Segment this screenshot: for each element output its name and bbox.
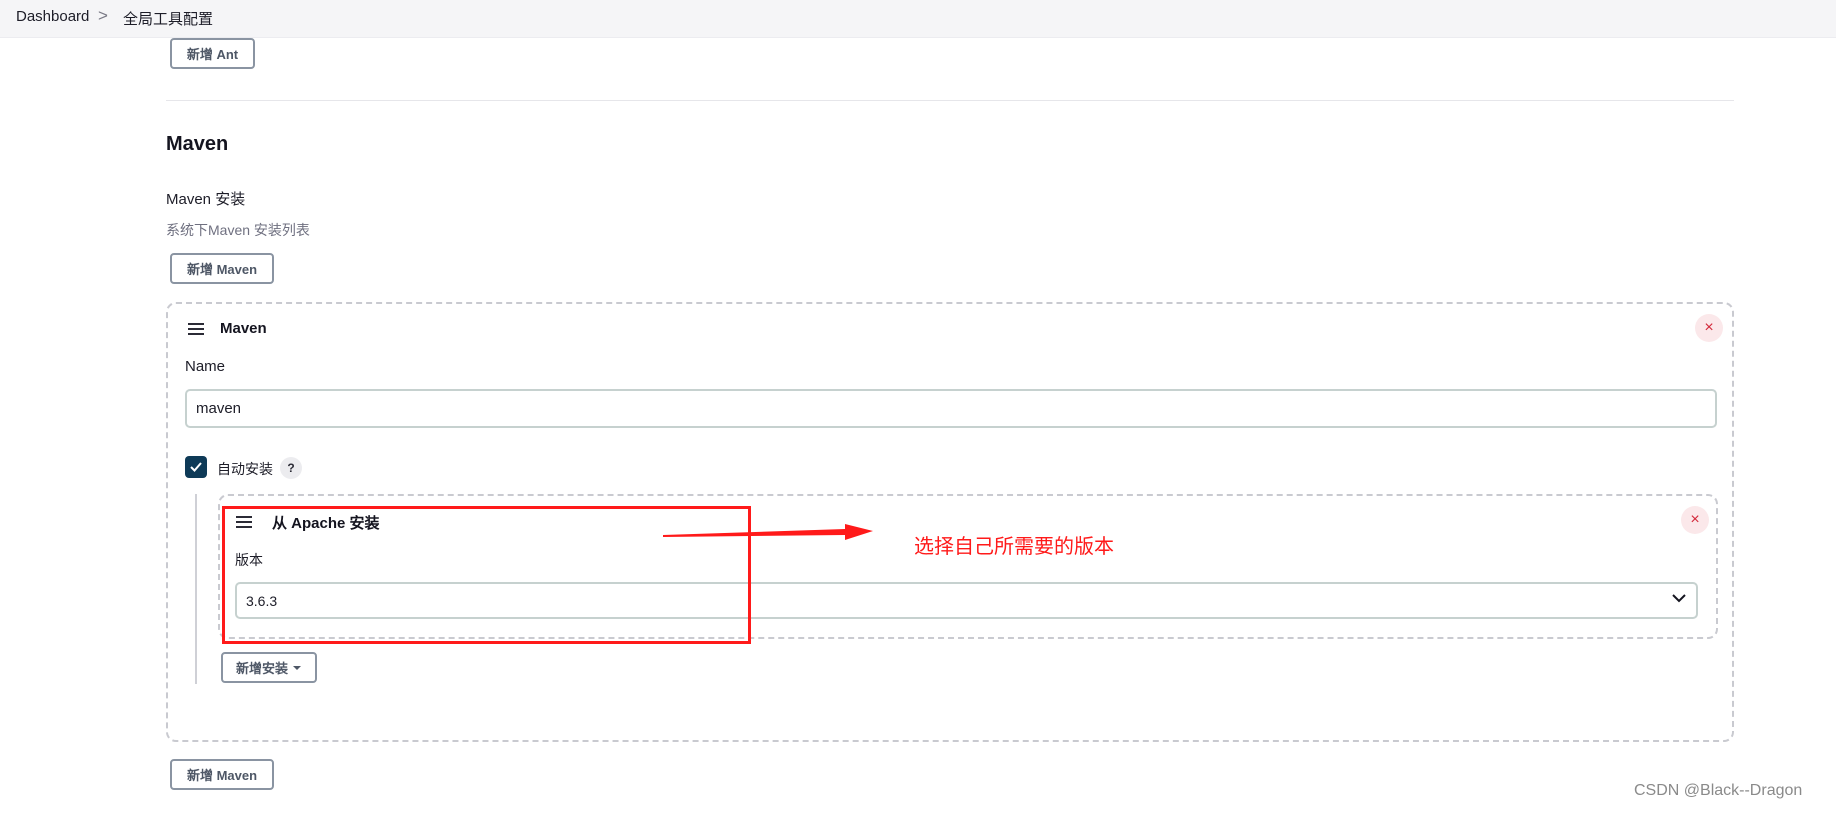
add-installer-button-label: 新增安装 <box>235 661 288 676</box>
add-installer-button[interactable]: 新增安装 <box>221 652 317 683</box>
add-ant-button[interactable]: 新增 Ant <box>170 38 255 69</box>
maven-section-title: Maven <box>166 133 229 155</box>
close-icon: × <box>1690 511 1700 528</box>
add-maven-button-label: 新增 Maven <box>186 262 258 277</box>
maven-card-title: Maven <box>220 320 267 337</box>
annotation-arrow-icon <box>663 524 873 540</box>
check-icon <box>190 462 202 472</box>
maven-install-label: Maven 安装 <box>166 191 246 208</box>
add-ant-button-label: 新增 Ant <box>186 47 239 62</box>
close-icon: × <box>1704 319 1714 336</box>
chevron-right-icon: > <box>98 6 108 25</box>
remove-maven-button[interactable]: × <box>1695 314 1723 342</box>
maven-install-description: 系统下Maven 安装列表 <box>166 222 310 238</box>
help-icon-glyph: ? <box>287 461 295 475</box>
jenkins-global-tool-config-page: Dashboard > 全局工具配置 新增 Ant Maven Maven 安装… <box>0 0 1836 813</box>
add-maven-button-bottom-label: 新增 Maven <box>186 768 258 783</box>
chevron-down-icon <box>1672 594 1686 603</box>
breadcrumb: Dashboard > 全局工具配置 <box>0 0 1836 38</box>
name-input[interactable] <box>185 389 1717 428</box>
add-maven-button[interactable]: 新增 Maven <box>170 253 274 284</box>
auto-install-label: 自动安装 <box>217 461 273 477</box>
annotation-text: 选择自己所需要的版本 <box>914 536 1114 558</box>
watermark-text: CSDN @Black--Dragon <box>1634 782 1803 799</box>
caret-down-icon <box>293 665 301 670</box>
help-icon[interactable]: ? <box>280 457 302 479</box>
nested-indent-line <box>195 494 197 684</box>
breadcrumb-current-page[interactable]: 全局工具配置 <box>123 8 213 29</box>
name-label: Name <box>185 358 226 375</box>
remove-installer-button[interactable]: × <box>1681 506 1709 534</box>
drag-handle-icon[interactable] <box>188 323 204 335</box>
add-maven-button-bottom[interactable]: 新增 Maven <box>170 759 274 790</box>
section-divider <box>166 100 1734 101</box>
auto-install-checkbox[interactable] <box>185 456 207 478</box>
breadcrumb-dashboard-link[interactable]: Dashboard <box>16 8 89 25</box>
